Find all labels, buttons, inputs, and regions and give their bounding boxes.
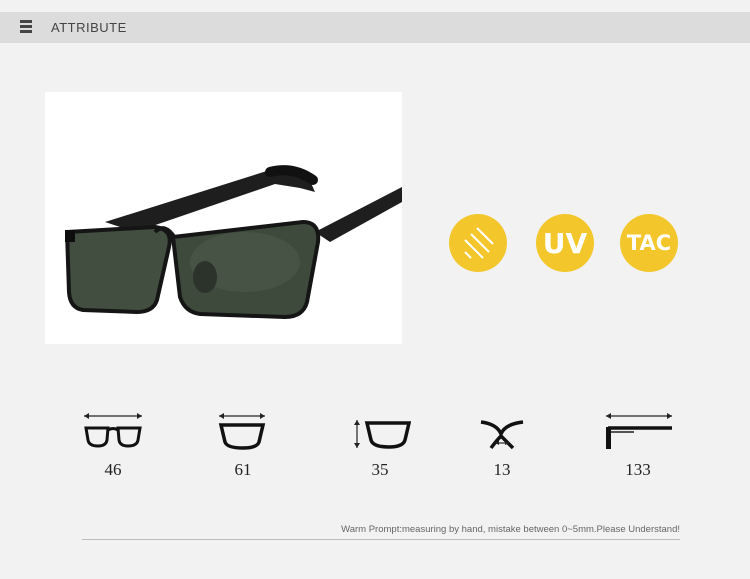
lens-height-measure: 35 xyxy=(340,410,420,480)
temple-length-icon xyxy=(606,413,672,449)
product-image xyxy=(45,92,402,344)
frame-width-value: 61 xyxy=(234,460,252,479)
temple-length-measure: 133 xyxy=(598,410,678,480)
lens-width-value: 46 xyxy=(104,460,122,479)
uv-icon: UV xyxy=(542,226,588,260)
frame-width-measure: 61 xyxy=(203,410,283,480)
attribute-header: ATTRIBUTE xyxy=(0,12,750,43)
lens-height-value: 35 xyxy=(371,460,389,479)
bridge-width-measure: 13 xyxy=(462,410,542,480)
temple-length-value: 133 xyxy=(625,460,651,479)
hamburger-icon[interactable] xyxy=(20,20,32,34)
header-title: ATTRIBUTE xyxy=(51,20,127,35)
divider xyxy=(82,539,680,540)
polarized-badge xyxy=(449,214,507,272)
bridge-width-value: 13 xyxy=(493,460,511,479)
tac-icon: TAC xyxy=(626,231,672,255)
lens-width-alt-icon xyxy=(218,413,266,450)
lens-width-icon xyxy=(84,413,142,448)
measurement-warning: Warm Prompt:measuring by hand, mistake b… xyxy=(341,524,680,535)
lens-width-measure: 46 xyxy=(73,410,153,480)
tac-badge: TAC xyxy=(620,214,678,272)
uv-badge: UV xyxy=(536,214,594,272)
bridge-width-icon xyxy=(480,420,524,450)
polarized-lines-icon xyxy=(464,227,494,259)
sunglasses-photo xyxy=(64,165,402,320)
lens-height-icon xyxy=(354,420,411,449)
